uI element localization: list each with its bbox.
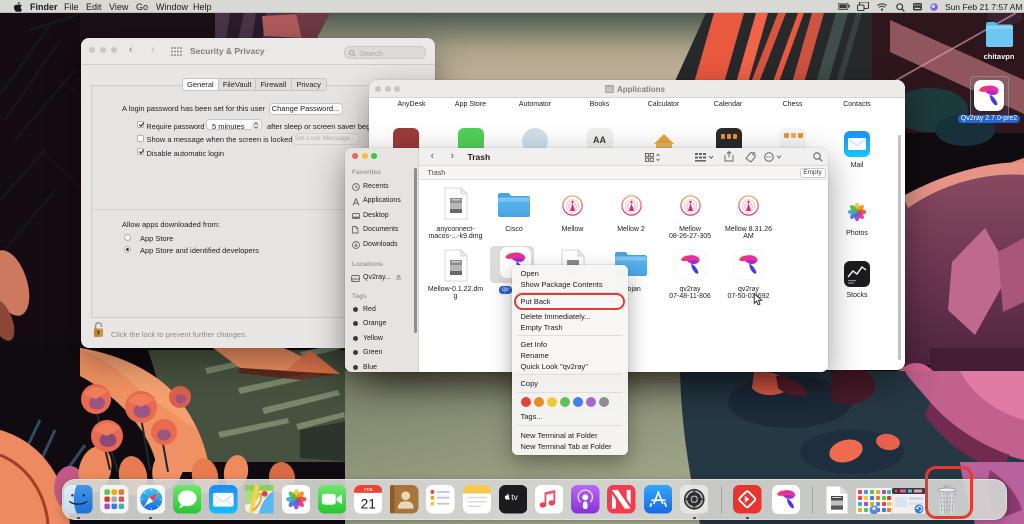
svg-text:21: 21 [360,497,375,512]
svg-text:FEB: FEB [364,487,373,492]
svg-text:tv: tv [511,492,518,502]
